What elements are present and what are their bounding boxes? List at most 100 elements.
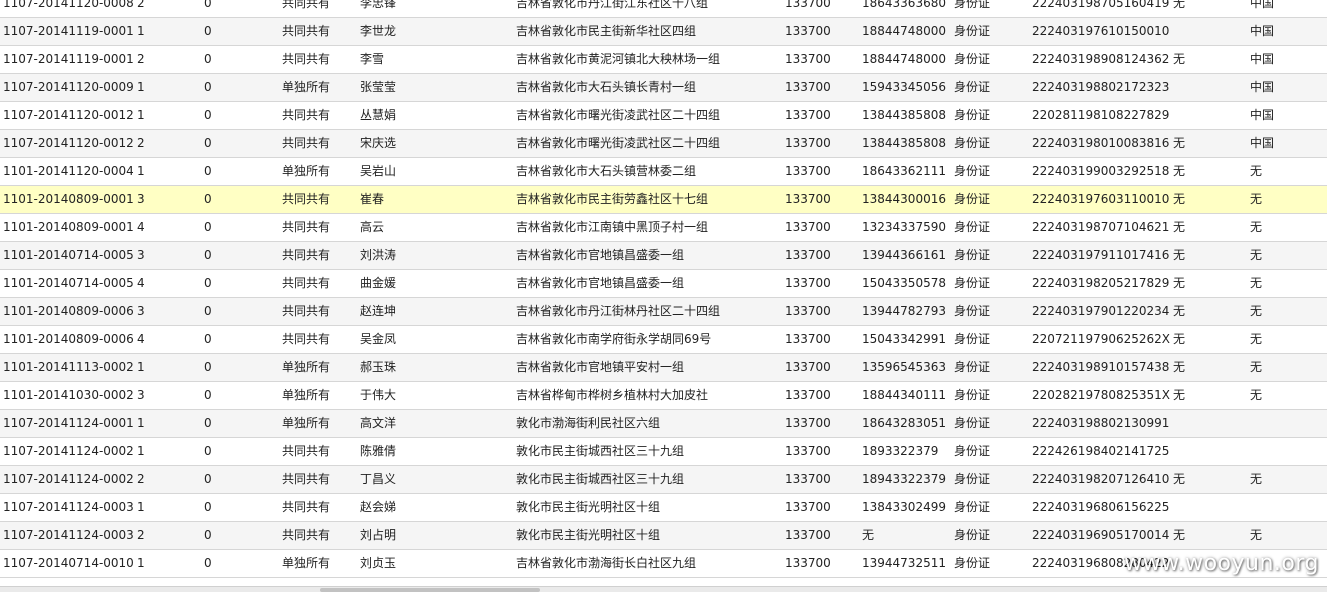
address-cell: 吉林省敦化市民主街劳鑫社区十七组 (516, 192, 709, 206)
sequence-cell: 1 (137, 108, 145, 122)
flag-cell: 0 (204, 192, 212, 206)
ownership-type-cell: 单独所有 (282, 388, 331, 402)
phone-cell: 13596545363 (862, 360, 946, 374)
record-id-cell: 1107-20141120-0008 (3, 0, 133, 10)
owner-name-cell: 赵会娣 (360, 500, 397, 514)
ownership-type-cell: 共同共有 (282, 304, 331, 318)
table-row[interactable]: 1107-20141124-0001 1 0 单独所有 高文洋 敦化市渤海街利民社区六组 1… (0, 410, 1327, 438)
table-row[interactable]: 1101-20141030-0002 3 0 单独所有 于伟大 吉林省桦甸市桦树乡植林村大… (0, 382, 1327, 410)
table-row[interactable]: 1107-20141120-0012 2 0 共同共有 宋庆选 吉林省敦化市曙光街凌武社区… (0, 130, 1327, 158)
id-type-cell: 身份证 (954, 108, 991, 122)
address-cell: 敦化市民主街光明社区十组 (516, 528, 661, 542)
table-row[interactable]: 1107-20141120-0008 2 0 共同共有 李忠锋 吉林省敦化市丹江街江东社区… (0, 0, 1327, 18)
id-number-cell: 222403198802130991 (1032, 416, 1170, 430)
phone-cell: 13843302499 (862, 500, 946, 514)
table-row[interactable]: 1101-20140714-0005 4 0 共同共有 曲金媛 吉林省敦化市官地镇昌盛委一… (0, 270, 1327, 298)
id-number-cell: 222403197901220234 (1032, 304, 1170, 318)
address-cell: 吉林省敦化市大石头镇营林委二组 (516, 164, 697, 178)
sequence-cell: 4 (137, 332, 145, 346)
ownership-type-cell: 共同共有 (282, 192, 331, 206)
owner-name-cell: 于伟大 (360, 388, 397, 402)
nationality-cell (1250, 494, 1326, 521)
phone-cell: 15043342991 (862, 332, 946, 346)
postcode-cell: 133700 (785, 416, 831, 430)
ownership-type-cell: 共同共有 (282, 108, 331, 122)
ownership-type-cell: 单独所有 (282, 164, 331, 178)
table-row[interactable]: 1101-20140809-0001 4 0 共同共有 高云 吉林省敦化市江南镇中黑顶子村… (0, 214, 1327, 242)
owner-name-cell: 崔春 (360, 192, 385, 206)
phone-cell: 18844748000 (862, 24, 946, 38)
phone-cell: 13844300016 (862, 192, 946, 206)
owner-name-cell: 刘占明 (360, 528, 397, 542)
table-row[interactable]: 1107-20141124-0002 1 0 共同共有 陈雅倩 敦化市民主街城西社区三十九… (0, 438, 1327, 466)
sequence-cell: 1 (137, 416, 145, 430)
id-type-cell: 身份证 (954, 556, 991, 570)
table-row[interactable]: 1101-20140714-0005 3 0 共同共有 刘洪涛 吉林省敦化市官地镇昌盛委一… (0, 242, 1327, 270)
postcode-cell: 133700 (785, 388, 831, 402)
owner-name-cell: 李忠锋 (360, 0, 397, 10)
ownership-type-cell: 共同共有 (282, 276, 331, 290)
phone-cell: 13844385808 (862, 136, 946, 150)
sequence-cell: 4 (137, 276, 145, 290)
sequence-cell: 2 (137, 0, 145, 10)
table-row[interactable]: 1107-20141119-0001 2 0 共同共有 李雪 吉林省敦化市黄泥河镇北大秧林… (0, 46, 1327, 74)
extra-field-cell: 无 (1173, 388, 1186, 402)
table-row[interactable]: 1101-20140809-0006 3 0 共同共有 赵连坤 吉林省敦化市丹江街林丹社区… (0, 298, 1327, 326)
table-row[interactable]: 1107-20140714-0010 1 0 单独所有 刘贞玉 吉林省敦化市渤海街长白社区… (0, 550, 1327, 578)
address-cell: 吉林省敦化市官地镇昌盛委一组 (516, 248, 685, 262)
flag-cell: 0 (204, 388, 212, 402)
postcode-cell: 133700 (785, 52, 831, 66)
address-cell: 吉林省敦化市江南镇中黑顶子村一组 (516, 220, 709, 234)
postcode-cell: 133700 (785, 360, 831, 374)
flag-cell: 0 (204, 136, 212, 150)
id-type-cell: 身份证 (954, 360, 991, 374)
table-row[interactable]: 1101-20141113-0002 1 0 单独所有 郝玉珠 吉林省敦化市官地镇平安村一… (0, 354, 1327, 382)
sequence-cell: 4 (137, 220, 145, 234)
table-row[interactable]: 1107-20141124-0002 2 0 共同共有 丁昌义 敦化市民主街城西社区三十九… (0, 466, 1327, 494)
extra-field-cell: 无 (1173, 304, 1186, 318)
owner-name-cell: 吴岩山 (360, 164, 397, 178)
postcode-cell: 133700 (785, 276, 831, 290)
table-row[interactable]: 1107-20141119-0001 1 0 共同共有 李世龙 吉林省敦化市民主街新华社区… (0, 18, 1327, 46)
owner-name-cell: 曲金媛 (360, 276, 397, 290)
id-type-cell: 身份证 (954, 24, 991, 38)
scrollbar-thumb[interactable] (320, 588, 540, 592)
phone-cell: 无 (862, 528, 875, 542)
owner-name-cell: 吴金凤 (360, 332, 397, 346)
postcode-cell: 133700 (785, 556, 831, 570)
extra-field-cell: 无 (1173, 360, 1186, 374)
extra-field-cell: 无 (1173, 52, 1186, 66)
table-row[interactable]: 1107-20141124-0003 2 0 共同共有 刘占明 敦化市民主街光明社区十组 1… (0, 522, 1327, 550)
id-number-cell: 22028219780825351X (1032, 388, 1171, 402)
phone-cell: 18643363680 (862, 0, 946, 10)
phone-cell: 13234337590 (862, 220, 946, 234)
table-row[interactable]: 1101-20140809-0001 3 0 共同共有 崔春 吉林省敦化市民主街劳鑫社区十… (0, 186, 1327, 214)
id-type-cell: 身份证 (954, 136, 991, 150)
horizontal-scrollbar[interactable] (0, 586, 1327, 592)
phone-cell: 13944732511 (862, 556, 946, 570)
record-id-cell: 1101-20140809-0001 (3, 220, 133, 234)
postcode-cell: 133700 (785, 444, 831, 458)
record-id-cell: 1107-20141124-0003 (3, 500, 133, 514)
extra-field-cell: 无 (1173, 136, 1186, 150)
table-row[interactable]: 1107-20141124-0003 1 0 共同共有 赵会娣 敦化市民主街光明社区十组 1… (0, 494, 1327, 522)
nationality-cell: 中国 (1250, 0, 1275, 10)
flag-cell: 0 (204, 24, 212, 38)
nationality-cell (1250, 550, 1326, 577)
nationality-cell: 中国 (1250, 136, 1275, 150)
address-cell: 吉林省敦化市官地镇昌盛委一组 (516, 276, 685, 290)
nationality-cell: 无 (1250, 164, 1263, 178)
id-type-cell: 身份证 (954, 192, 991, 206)
phone-cell: 15943345056 (862, 80, 946, 94)
table-row[interactable]: 1101-20141120-0004 1 0 单独所有 吴岩山 吉林省敦化市大石头镇营林委… (0, 158, 1327, 186)
address-cell: 吉林省敦化市曙光街凌武社区二十四组 (516, 136, 721, 150)
owner-name-cell: 丛慧娟 (360, 108, 397, 122)
address-cell: 吉林省敦化市黄泥河镇北大秧林场一组 (516, 52, 721, 66)
owner-name-cell: 张莹莹 (360, 80, 397, 94)
owner-name-cell: 高云 (360, 220, 385, 234)
id-type-cell: 身份证 (954, 472, 991, 486)
table-row[interactable]: 1107-20141120-0009 1 0 单独所有 张莹莹 吉林省敦化市大石头镇长青村… (0, 74, 1327, 102)
table-row[interactable]: 1107-20141120-0012 1 0 共同共有 丛慧娟 吉林省敦化市曙光街凌武社区… (0, 102, 1327, 130)
table-row[interactable]: 1101-20140809-0006 4 0 共同共有 吴金凤 吉林省敦化市南学府街永学胡… (0, 326, 1327, 354)
nationality-cell: 无 (1250, 304, 1263, 318)
